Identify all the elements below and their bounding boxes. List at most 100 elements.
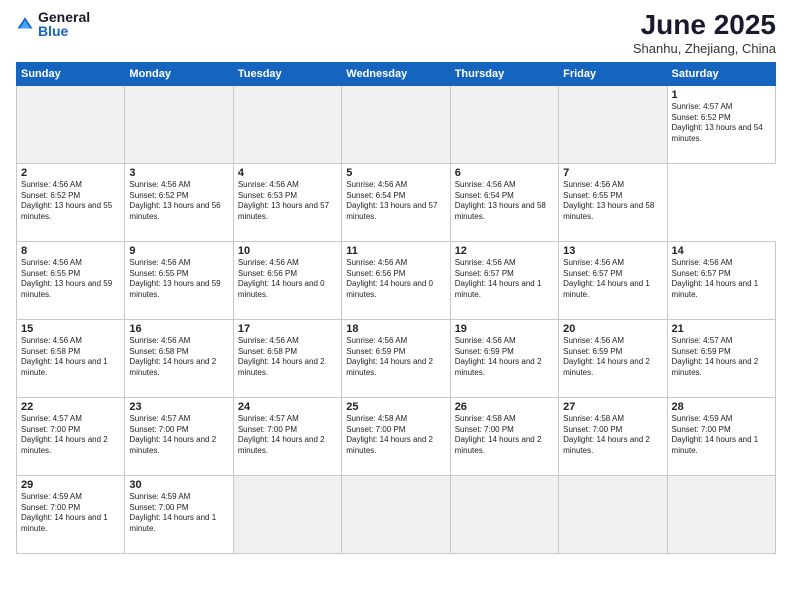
- logo: General Blue: [16, 10, 90, 38]
- calendar-cell: 5Sunrise: 4:56 AMSunset: 6:54 PMDaylight…: [342, 163, 450, 241]
- month-title: June 2025: [633, 10, 776, 41]
- day-info: Sunrise: 4:56 AMSunset: 6:56 PMDaylight:…: [346, 258, 445, 301]
- day-number: 4: [238, 167, 337, 179]
- calendar-cell: 6Sunrise: 4:56 AMSunset: 6:54 PMDaylight…: [450, 163, 558, 241]
- day-number: 5: [346, 167, 445, 179]
- week-row-1: 1Sunrise: 4:57 AMSunset: 6:52 PMDaylight…: [17, 85, 776, 163]
- calendar-cell: 29Sunrise: 4:59 AMSunset: 7:00 PMDayligh…: [17, 475, 125, 553]
- day-number: 27: [563, 401, 662, 413]
- day-number: 9: [129, 245, 228, 257]
- day-number: 14: [672, 245, 771, 257]
- calendar-cell: [17, 85, 125, 163]
- header: General Blue June 2025 Shanhu, Zhejiang,…: [16, 10, 776, 56]
- col-header-thursday: Thursday: [450, 62, 558, 85]
- day-info: Sunrise: 4:59 AMSunset: 7:00 PMDaylight:…: [21, 492, 120, 535]
- calendar-cell: 2Sunrise: 4:56 AMSunset: 6:52 PMDaylight…: [17, 163, 125, 241]
- day-info: Sunrise: 4:56 AMSunset: 6:57 PMDaylight:…: [563, 258, 662, 301]
- calendar-cell: 28Sunrise: 4:59 AMSunset: 7:00 PMDayligh…: [667, 397, 775, 475]
- calendar-cell: 17Sunrise: 4:56 AMSunset: 6:58 PMDayligh…: [233, 319, 341, 397]
- calendar-cell: [233, 85, 341, 163]
- day-info: Sunrise: 4:56 AMSunset: 6:59 PMDaylight:…: [455, 336, 554, 379]
- col-header-friday: Friday: [559, 62, 667, 85]
- day-number: 16: [129, 323, 228, 335]
- calendar-cell: 3Sunrise: 4:56 AMSunset: 6:52 PMDaylight…: [125, 163, 233, 241]
- day-info: Sunrise: 4:58 AMSunset: 7:00 PMDaylight:…: [563, 414, 662, 457]
- calendar-cell: 8Sunrise: 4:56 AMSunset: 6:55 PMDaylight…: [17, 241, 125, 319]
- day-info: Sunrise: 4:56 AMSunset: 6:55 PMDaylight:…: [129, 258, 228, 301]
- day-info: Sunrise: 4:58 AMSunset: 7:00 PMDaylight:…: [455, 414, 554, 457]
- day-info: Sunrise: 4:57 AMSunset: 6:59 PMDaylight:…: [672, 336, 771, 379]
- col-header-sunday: Sunday: [17, 62, 125, 85]
- calendar-cell: 26Sunrise: 4:58 AMSunset: 7:00 PMDayligh…: [450, 397, 558, 475]
- day-info: Sunrise: 4:56 AMSunset: 6:55 PMDaylight:…: [21, 258, 120, 301]
- day-number: 17: [238, 323, 337, 335]
- calendar-cell: [559, 475, 667, 553]
- day-info: Sunrise: 4:57 AMSunset: 7:00 PMDaylight:…: [129, 414, 228, 457]
- calendar-cell: 25Sunrise: 4:58 AMSunset: 7:00 PMDayligh…: [342, 397, 450, 475]
- calendar-cell: 9Sunrise: 4:56 AMSunset: 6:55 PMDaylight…: [125, 241, 233, 319]
- logo-general: General: [38, 10, 90, 24]
- calendar-cell: 27Sunrise: 4:58 AMSunset: 7:00 PMDayligh…: [559, 397, 667, 475]
- day-number: 13: [563, 245, 662, 257]
- day-number: 1: [672, 89, 771, 101]
- col-header-saturday: Saturday: [667, 62, 775, 85]
- calendar-cell: [342, 475, 450, 553]
- col-header-wednesday: Wednesday: [342, 62, 450, 85]
- day-number: 24: [238, 401, 337, 413]
- calendar-cell: [450, 85, 558, 163]
- day-number: 8: [21, 245, 120, 257]
- week-row-2: 2Sunrise: 4:56 AMSunset: 6:52 PMDaylight…: [17, 163, 776, 241]
- day-number: 22: [21, 401, 120, 413]
- day-info: Sunrise: 4:56 AMSunset: 6:57 PMDaylight:…: [672, 258, 771, 301]
- calendar-cell: 1Sunrise: 4:57 AMSunset: 6:52 PMDaylight…: [667, 85, 775, 163]
- day-number: 20: [563, 323, 662, 335]
- day-info: Sunrise: 4:56 AMSunset: 6:58 PMDaylight:…: [21, 336, 120, 379]
- calendar-cell: [233, 475, 341, 553]
- week-row-3: 8Sunrise: 4:56 AMSunset: 6:55 PMDaylight…: [17, 241, 776, 319]
- day-number: 26: [455, 401, 554, 413]
- day-number: 28: [672, 401, 771, 413]
- calendar-cell: [559, 85, 667, 163]
- calendar-cell: 16Sunrise: 4:56 AMSunset: 6:58 PMDayligh…: [125, 319, 233, 397]
- day-info: Sunrise: 4:56 AMSunset: 6:54 PMDaylight:…: [346, 180, 445, 223]
- location-subtitle: Shanhu, Zhejiang, China: [633, 41, 776, 56]
- calendar-cell: 24Sunrise: 4:57 AMSunset: 7:00 PMDayligh…: [233, 397, 341, 475]
- day-number: 6: [455, 167, 554, 179]
- day-number: 18: [346, 323, 445, 335]
- calendar-cell: 12Sunrise: 4:56 AMSunset: 6:57 PMDayligh…: [450, 241, 558, 319]
- day-info: Sunrise: 4:56 AMSunset: 6:58 PMDaylight:…: [238, 336, 337, 379]
- day-number: 29: [21, 479, 120, 491]
- calendar-cell: [667, 475, 775, 553]
- day-info: Sunrise: 4:56 AMSunset: 6:52 PMDaylight:…: [129, 180, 228, 223]
- day-number: 2: [21, 167, 120, 179]
- day-number: 12: [455, 245, 554, 257]
- calendar-cell: 20Sunrise: 4:56 AMSunset: 6:59 PMDayligh…: [559, 319, 667, 397]
- calendar-cell: 30Sunrise: 4:59 AMSunset: 7:00 PMDayligh…: [125, 475, 233, 553]
- day-info: Sunrise: 4:59 AMSunset: 7:00 PMDaylight:…: [129, 492, 228, 535]
- calendar-cell: 23Sunrise: 4:57 AMSunset: 7:00 PMDayligh…: [125, 397, 233, 475]
- calendar-cell: 15Sunrise: 4:56 AMSunset: 6:58 PMDayligh…: [17, 319, 125, 397]
- day-number: 15: [21, 323, 120, 335]
- col-header-tuesday: Tuesday: [233, 62, 341, 85]
- col-header-monday: Monday: [125, 62, 233, 85]
- logo-icon: [16, 15, 34, 33]
- day-info: Sunrise: 4:56 AMSunset: 6:59 PMDaylight:…: [563, 336, 662, 379]
- day-number: 19: [455, 323, 554, 335]
- day-info: Sunrise: 4:56 AMSunset: 6:57 PMDaylight:…: [455, 258, 554, 301]
- day-number: 25: [346, 401, 445, 413]
- calendar-cell: [125, 85, 233, 163]
- week-row-5: 22 Sunrise: 4:57 AMSunset: 7:00 PMDayligh…: [17, 397, 776, 475]
- calendar-cell: 13Sunrise: 4:56 AMSunset: 6:57 PMDayligh…: [559, 241, 667, 319]
- day-info: Sunrise: 4:57 AMSunset: 7:00 PMDaylight:…: [238, 414, 337, 457]
- header-row: SundayMondayTuesdayWednesdayThursdayFrid…: [17, 62, 776, 85]
- day-info: Sunrise: 4:57 AMSunset: 6:52 PMDaylight:…: [672, 102, 771, 145]
- logo-text: General Blue: [38, 10, 90, 38]
- day-info: Sunrise: 4:56 AMSunset: 6:54 PMDaylight:…: [455, 180, 554, 223]
- calendar-cell: 14Sunrise: 4:56 AMSunset: 6:57 PMDayligh…: [667, 241, 775, 319]
- calendar-cell: [450, 475, 558, 553]
- day-number: 11: [346, 245, 445, 257]
- calendar-cell: 11Sunrise: 4:56 AMSunset: 6:56 PMDayligh…: [342, 241, 450, 319]
- calendar-cell: 7Sunrise: 4:56 AMSunset: 6:55 PMDaylight…: [559, 163, 667, 241]
- day-info: Sunrise: 4:56 AMSunset: 6:52 PMDaylight:…: [21, 180, 120, 223]
- calendar-table: SundayMondayTuesdayWednesdayThursdayFrid…: [16, 62, 776, 554]
